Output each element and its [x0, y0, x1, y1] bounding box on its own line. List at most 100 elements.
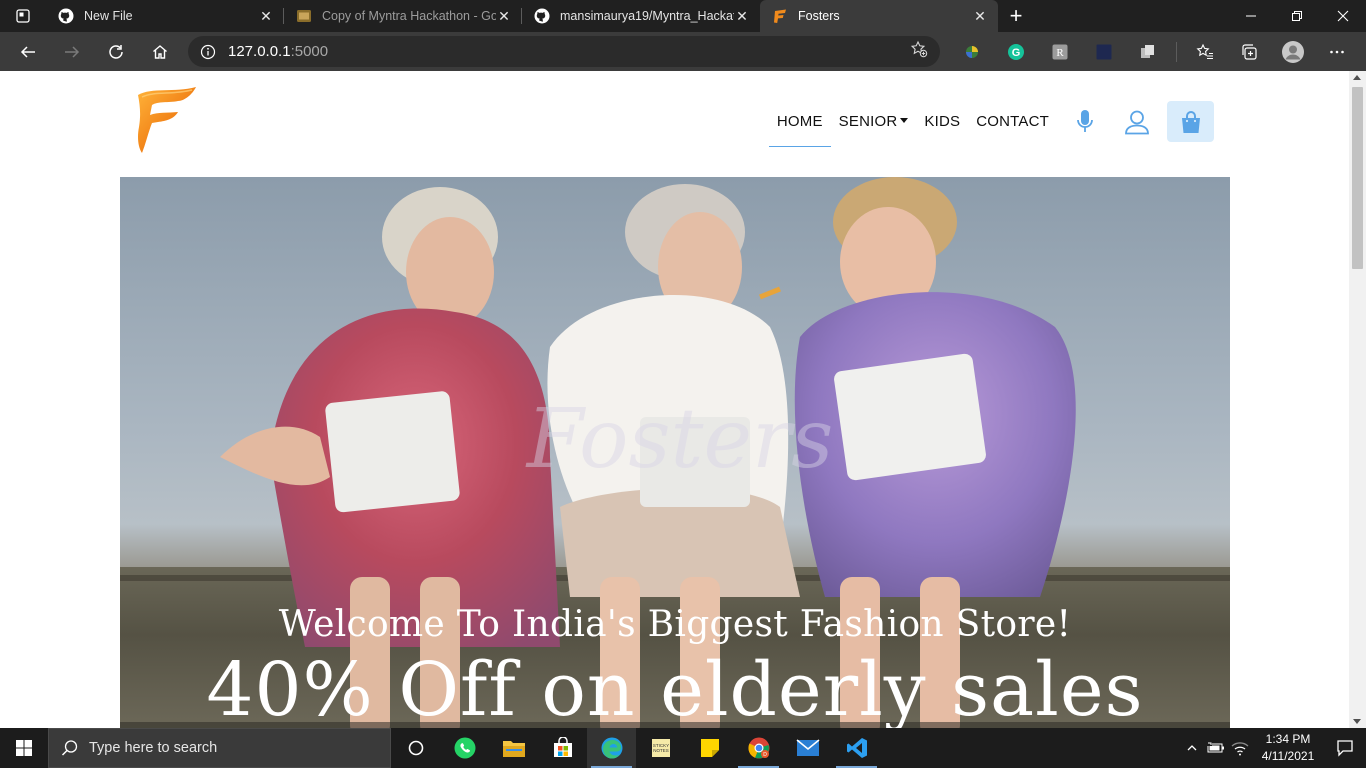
wifi-icon [1231, 742, 1249, 756]
clock-date: 4/11/2021 [1261, 749, 1315, 763]
collections-button[interactable] [1227, 34, 1271, 70]
refresh-icon [109, 44, 123, 59]
account-button[interactable] [1113, 102, 1161, 142]
folder-icon [502, 741, 525, 757]
window-controls [1228, 0, 1366, 32]
nav-senior-label: SENIOR [838, 113, 898, 130]
chrome-icon: D [747, 737, 769, 759]
forward-arrow-icon [65, 45, 80, 58]
restore-button[interactable] [1274, 0, 1320, 32]
vscode-icon [846, 738, 867, 758]
dark-square-extension-icon [1096, 44, 1112, 59]
nav-kids-link[interactable]: KIDS [916, 105, 968, 138]
battery-button[interactable] [1204, 728, 1228, 768]
svg-text:NOTES: NOTES [653, 748, 669, 753]
voice-search-button[interactable] [1061, 102, 1109, 142]
new-tab-button[interactable]: + [998, 0, 1034, 32]
copy-extension-icon [1141, 44, 1154, 58]
taskbar-mail[interactable] [783, 728, 832, 768]
taskbar-clock[interactable]: 1:34 PM 4/11/2021 [1252, 731, 1324, 765]
nav-contact-link[interactable]: CONTACT [968, 105, 1057, 138]
page-viewport: HOME SENIOR KIDS CONTACT Fosters Welcome… [0, 71, 1349, 728]
scroll-up-icon[interactable] [1353, 75, 1361, 80]
address-url[interactable]: 127.0.0.1:5000 [228, 43, 328, 60]
cart-button[interactable] [1167, 101, 1214, 142]
address-bar[interactable]: 127.0.0.1:5000 [188, 36, 940, 67]
extension-r-button[interactable]: R [1038, 34, 1082, 70]
nav-home-link[interactable]: HOME [768, 105, 831, 147]
home-icon [153, 44, 167, 59]
taskbar-vscode[interactable] [832, 728, 881, 768]
tab-title: Copy of Myntra Hackathon - Goo [322, 9, 496, 23]
home-button[interactable] [138, 34, 182, 70]
scroll-thumb[interactable] [1352, 87, 1363, 269]
start-button[interactable] [0, 728, 48, 768]
taskbar-sticky-notes[interactable]: STICKY NOTES [636, 728, 685, 768]
favorites-list-icon [1196, 43, 1213, 59]
mail-icon [795, 739, 820, 756]
close-window-button[interactable] [1320, 0, 1366, 32]
taskbar-notes-app[interactable] [685, 728, 734, 768]
minimize-button[interactable] [1228, 0, 1274, 32]
tab-actions-button[interactable] [0, 0, 46, 32]
tab-new-file[interactable]: New File ✕ [46, 0, 284, 32]
tab-myntra-doc[interactable]: Copy of Myntra Hackathon - Goo ✕ [284, 0, 522, 32]
taskbar-search-box[interactable]: Type here to search [48, 728, 391, 768]
taskbar-whatsapp[interactable] [440, 728, 489, 768]
extension-button[interactable] [950, 34, 994, 70]
profile-avatar-icon [1282, 40, 1304, 63]
forward-button[interactable] [50, 34, 94, 70]
site-nav-links: HOME SENIOR KIDS CONTACT [768, 101, 1214, 147]
profile-button[interactable] [1271, 34, 1315, 70]
hero-offer-text: 40% Off on elderly sales [206, 647, 1144, 728]
page-scrollbar[interactable] [1349, 71, 1366, 728]
taskbar-store[interactable] [538, 728, 587, 768]
network-button[interactable] [1228, 728, 1252, 768]
action-center-button[interactable] [1324, 728, 1366, 768]
taskbar-edge[interactable] [587, 728, 636, 768]
add-favorite-button[interactable] [910, 40, 928, 63]
sticky-notes-icon: STICKYNOTES [651, 739, 670, 757]
microphone-icon [1077, 109, 1093, 132]
extension-copy-button[interactable] [1126, 34, 1170, 70]
hero-banner: Fosters Welcome To India's Biggest Fashi… [120, 177, 1230, 728]
caret-down-icon [900, 118, 909, 123]
github-icon [58, 8, 74, 24]
taskbar-file-explorer[interactable] [489, 728, 538, 768]
tab-title: New File [84, 9, 133, 23]
battery-icon [1207, 742, 1224, 753]
fosters-logo-icon [138, 87, 196, 153]
tab-close-icon[interactable]: ✕ [496, 8, 512, 24]
tab-fosters[interactable]: Fosters ✕ [760, 0, 998, 32]
tab-title: mansimaurya19/Myntra_Hackath [560, 9, 734, 23]
settings-more-button[interactable] [1315, 34, 1359, 70]
tab-close-icon[interactable]: ✕ [258, 8, 274, 24]
scroll-down-icon[interactable] [1353, 719, 1361, 724]
fosters-favicon-icon [774, 9, 786, 23]
svg-text:D: D [763, 752, 767, 758]
fosters-logo[interactable] [134, 85, 198, 155]
chevron-up-icon [1187, 745, 1197, 751]
tab-close-icon[interactable]: ✕ [734, 8, 750, 24]
extension-dark-button[interactable] [1082, 34, 1126, 70]
store-bag-icon [553, 737, 572, 757]
tray-overflow-button[interactable] [1180, 728, 1204, 768]
task-view-icon [408, 740, 423, 756]
site-navbar: HOME SENIOR KIDS CONTACT [120, 71, 1230, 171]
tab-github-repo[interactable]: mansimaurya19/Myntra_Hackath ✕ [522, 0, 760, 32]
back-button[interactable] [6, 34, 50, 70]
tab-close-icon[interactable]: ✕ [972, 8, 988, 24]
site-info-icon[interactable] [200, 44, 216, 60]
yellow-note-icon [700, 739, 719, 757]
taskbar-chrome[interactable]: D [734, 728, 783, 768]
hero-welcome-text: Welcome To India's Biggest Fashion Store… [278, 604, 1072, 645]
tab-actions-icon [16, 9, 30, 23]
grammarly-button[interactable]: G [994, 34, 1038, 70]
system-tray: 1:34 PM 4/11/2021 [1180, 728, 1366, 768]
minimize-icon [1246, 15, 1256, 17]
favorites-button[interactable] [1183, 34, 1227, 70]
refresh-button[interactable] [94, 34, 138, 70]
nav-senior-dropdown[interactable]: SENIOR [831, 105, 917, 138]
star-plus-icon [910, 40, 928, 58]
task-view-button[interactable] [391, 728, 440, 768]
